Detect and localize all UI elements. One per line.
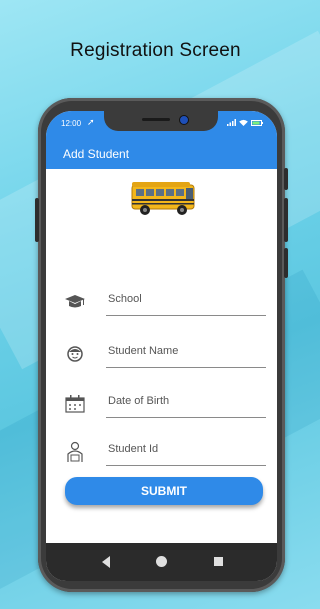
phone-frame: 12:00 ➚ Add Student School Student Name … xyxy=(35,98,288,592)
page-headline: Registration Screen xyxy=(70,40,241,61)
field-underline xyxy=(106,417,266,418)
location-icon: ➚ xyxy=(87,117,95,127)
status-icons xyxy=(227,119,263,126)
school-field[interactable]: School xyxy=(64,289,266,319)
student-id-field[interactable]: Student Id xyxy=(64,439,266,469)
status-time: 12:00 xyxy=(61,119,82,128)
field-underline xyxy=(106,367,266,368)
phone-side-button xyxy=(284,168,288,190)
date-of-birth-label: Date of Birth xyxy=(108,395,170,407)
phone-side-button xyxy=(284,248,288,278)
school-bus-image xyxy=(131,182,195,215)
app-bar-title: Add Student xyxy=(63,147,130,161)
field-underline xyxy=(106,465,266,466)
wifi-icon xyxy=(239,119,248,126)
field-underline xyxy=(106,315,266,316)
face-icon xyxy=(67,346,83,362)
submit-button[interactable]: SUBMIT xyxy=(65,477,263,505)
student-id-icon xyxy=(67,441,83,462)
phone-screen: 12:00 ➚ Add Student School Student Name … xyxy=(46,111,277,581)
front-camera xyxy=(179,115,189,125)
date-of-birth-field[interactable]: Date of Birth xyxy=(64,391,266,421)
student-name-field[interactable]: Student Name xyxy=(64,341,266,371)
back-icon[interactable] xyxy=(102,556,110,568)
phone-side-button xyxy=(284,198,288,242)
app-bar: Add Student xyxy=(46,141,277,169)
phone-notch xyxy=(104,111,218,131)
recent-apps-icon[interactable] xyxy=(214,557,223,566)
earpiece-speaker xyxy=(142,118,170,121)
student-id-label: Student Id xyxy=(108,443,159,455)
calendar-icon xyxy=(65,395,85,413)
phone-side-button xyxy=(35,198,39,242)
graduation-cap-icon xyxy=(65,295,85,308)
android-nav-bar xyxy=(46,543,277,581)
student-name-label: Student Name xyxy=(108,345,179,357)
signal-icon xyxy=(227,119,236,126)
school-label: School xyxy=(108,293,142,305)
battery-icon xyxy=(251,119,263,126)
home-icon[interactable] xyxy=(156,556,167,567)
